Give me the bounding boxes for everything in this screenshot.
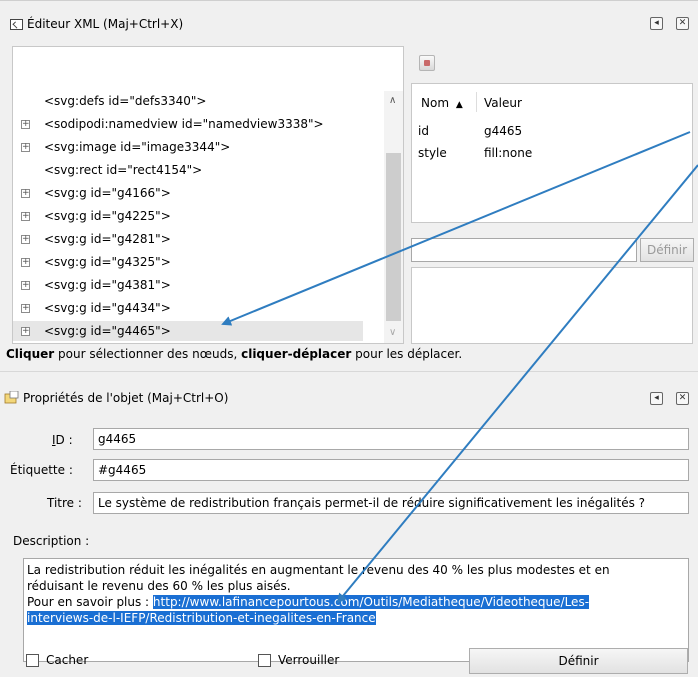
annotation-arrows [221,131,698,604]
arrow-to-node [221,131,691,326]
arrow-to-description [336,164,698,604]
